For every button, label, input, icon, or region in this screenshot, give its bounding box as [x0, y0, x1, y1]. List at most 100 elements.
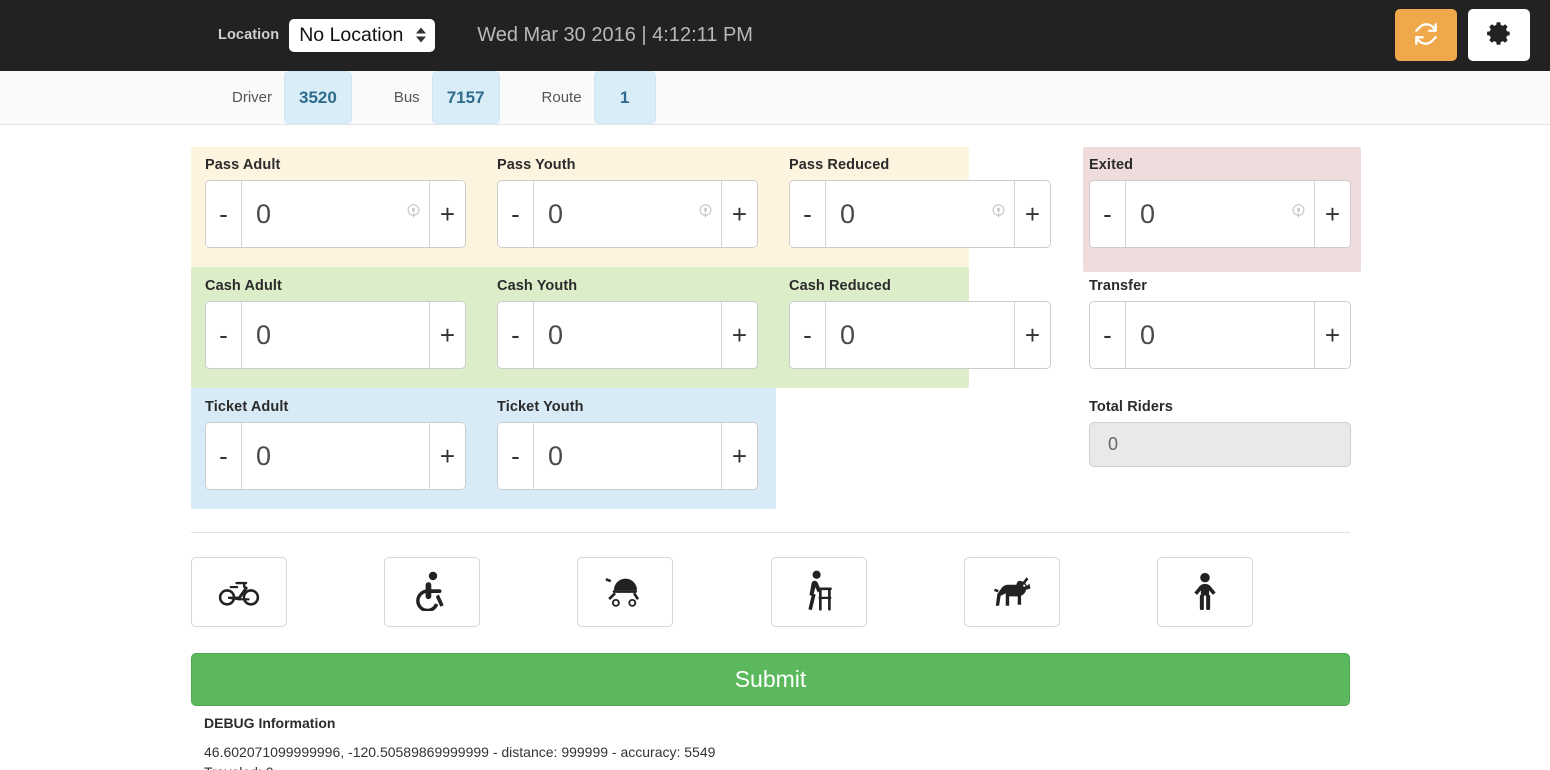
- counter-label: Cash Adult: [205, 278, 282, 294]
- debug-coordinates: 46.602071099999996, -120.50589869999999 …: [204, 744, 716, 760]
- counter-transfer: Transfer - +: [1067, 268, 1365, 389]
- counter-label: Cash Reduced: [789, 278, 891, 294]
- wheelchair-icon: [414, 571, 450, 614]
- decrement-button[interactable]: -: [790, 181, 826, 247]
- amenity-button-row: [191, 557, 1350, 627]
- increment-button[interactable]: +: [429, 181, 465, 247]
- decrement-button[interactable]: -: [498, 423, 534, 489]
- counter-label: Cash Youth: [497, 278, 578, 294]
- route-field-group: Route 1: [542, 71, 656, 124]
- bicycle-icon: [217, 575, 261, 610]
- spinner: - +: [1089, 180, 1351, 248]
- spinner: - +: [789, 180, 1051, 248]
- driver-value[interactable]: 3520: [284, 71, 352, 124]
- amenity-walker-button[interactable]: [770, 557, 867, 627]
- decrement-button[interactable]: -: [206, 302, 242, 368]
- counter-input[interactable]: [242, 423, 429, 489]
- spinner: - +: [497, 422, 758, 490]
- counter-label: Exited: [1089, 157, 1134, 173]
- counter-label: Ticket Youth: [497, 399, 584, 415]
- increment-button[interactable]: +: [1014, 181, 1050, 247]
- datetime-display: Wed Mar 30 2016 | 4:12:11 PM: [477, 23, 753, 46]
- counter-ticket-adult: Ticket Adult - +: [191, 389, 483, 510]
- total-riders-group: Total Riders 0: [1067, 389, 1365, 510]
- route-label: Route: [541, 89, 582, 106]
- main-content: Pass Adult - +: [0, 147, 1550, 770]
- spinner: - +: [789, 301, 1051, 369]
- counter-pass-reduced: Pass Reduced - +: [775, 147, 1067, 268]
- debug-traveled: Traveled: 0: [204, 762, 1550, 770]
- decrement-button[interactable]: -: [790, 302, 826, 368]
- counter-input[interactable]: [826, 302, 1014, 368]
- counter-input[interactable]: [534, 302, 721, 368]
- total-riders-label: Total Riders: [1089, 399, 1173, 415]
- refresh-button[interactable]: [1395, 9, 1457, 61]
- value-wrapper: [242, 423, 429, 489]
- counter-cash-youth: Cash Youth - +: [483, 268, 775, 389]
- counter-cash-adult: Cash Adult - +: [191, 268, 483, 389]
- driver-field-group: Driver 3520: [232, 71, 352, 124]
- value-wrapper: [242, 302, 429, 368]
- location-label: Location: [218, 27, 280, 44]
- location-select-wrapper[interactable]: No Location: [289, 18, 436, 53]
- counter-label: Pass Adult: [205, 157, 281, 173]
- amenity-service-dog-button[interactable]: [963, 557, 1060, 627]
- spinner: - +: [497, 301, 758, 369]
- counter-input[interactable]: [242, 302, 429, 368]
- increment-button[interactable]: +: [721, 302, 757, 368]
- value-wrapper: [242, 181, 429, 247]
- counter-input[interactable]: [826, 181, 1014, 247]
- value-wrapper: [534, 302, 721, 368]
- debug-information: DEBUG Information 46.602071099999996, -1…: [204, 715, 1550, 770]
- decrement-button[interactable]: -: [498, 181, 534, 247]
- bus-value[interactable]: 7157: [431, 71, 500, 124]
- value-wrapper: [1126, 181, 1314, 247]
- decrement-button[interactable]: -: [206, 423, 242, 489]
- total-riders-value: 0: [1089, 422, 1351, 467]
- decrement-button[interactable]: -: [498, 302, 534, 368]
- counter-label: Transfer: [1089, 278, 1148, 294]
- location-select[interactable]: No Location: [289, 18, 436, 53]
- debug-title: DEBUG Information: [204, 715, 336, 731]
- value-wrapper: [534, 181, 721, 247]
- submit-button[interactable]: Submit: [191, 653, 1350, 706]
- counter-input[interactable]: [1126, 181, 1314, 247]
- section-divider: [191, 532, 1350, 533]
- counter-cash-reduced: Cash Reduced - +: [775, 268, 1067, 389]
- settings-button[interactable]: [1468, 9, 1530, 61]
- decrement-button[interactable]: -: [1090, 181, 1126, 247]
- spinner: - +: [497, 180, 758, 248]
- decrement-button[interactable]: -: [1090, 302, 1126, 368]
- increment-button[interactable]: +: [721, 181, 757, 247]
- child-icon: [1187, 571, 1223, 614]
- counter-input[interactable]: [1126, 302, 1314, 368]
- increment-button[interactable]: +: [429, 423, 465, 489]
- value-wrapper: [1126, 302, 1314, 368]
- gear-icon: [1486, 20, 1513, 50]
- increment-button[interactable]: +: [429, 302, 465, 368]
- location-group: Location No Location Wed Mar 30 2016 | 4…: [218, 18, 753, 53]
- amenity-child-button[interactable]: [1156, 557, 1253, 627]
- stroller-icon: [604, 575, 646, 610]
- service-dog-icon: [989, 574, 1035, 611]
- driver-label: Driver: [232, 89, 272, 106]
- counter-label: Ticket Adult: [205, 399, 289, 415]
- route-value[interactable]: 1: [593, 71, 656, 124]
- amenity-wheelchair-button[interactable]: [384, 557, 481, 627]
- increment-button[interactable]: +: [721, 423, 757, 489]
- counter-input[interactable]: [534, 423, 721, 489]
- counter-input[interactable]: [242, 181, 429, 247]
- trip-info-bar: Driver 3520 Bus 7157 Route 1: [0, 71, 1550, 125]
- amenity-stroller-button[interactable]: [577, 557, 674, 627]
- increment-button[interactable]: +: [1014, 302, 1050, 368]
- amenity-bicycle-button[interactable]: [191, 557, 287, 627]
- refresh-icon: [1413, 21, 1439, 50]
- increment-button[interactable]: +: [1314, 302, 1350, 368]
- counter-input[interactable]: [534, 181, 721, 247]
- decrement-button[interactable]: -: [206, 181, 242, 247]
- counter-pass-adult: Pass Adult - +: [191, 147, 483, 268]
- bus-field-group: Bus 7157: [394, 71, 500, 124]
- value-wrapper: [534, 423, 721, 489]
- spinner: - +: [1089, 301, 1351, 369]
- increment-button[interactable]: +: [1314, 181, 1350, 247]
